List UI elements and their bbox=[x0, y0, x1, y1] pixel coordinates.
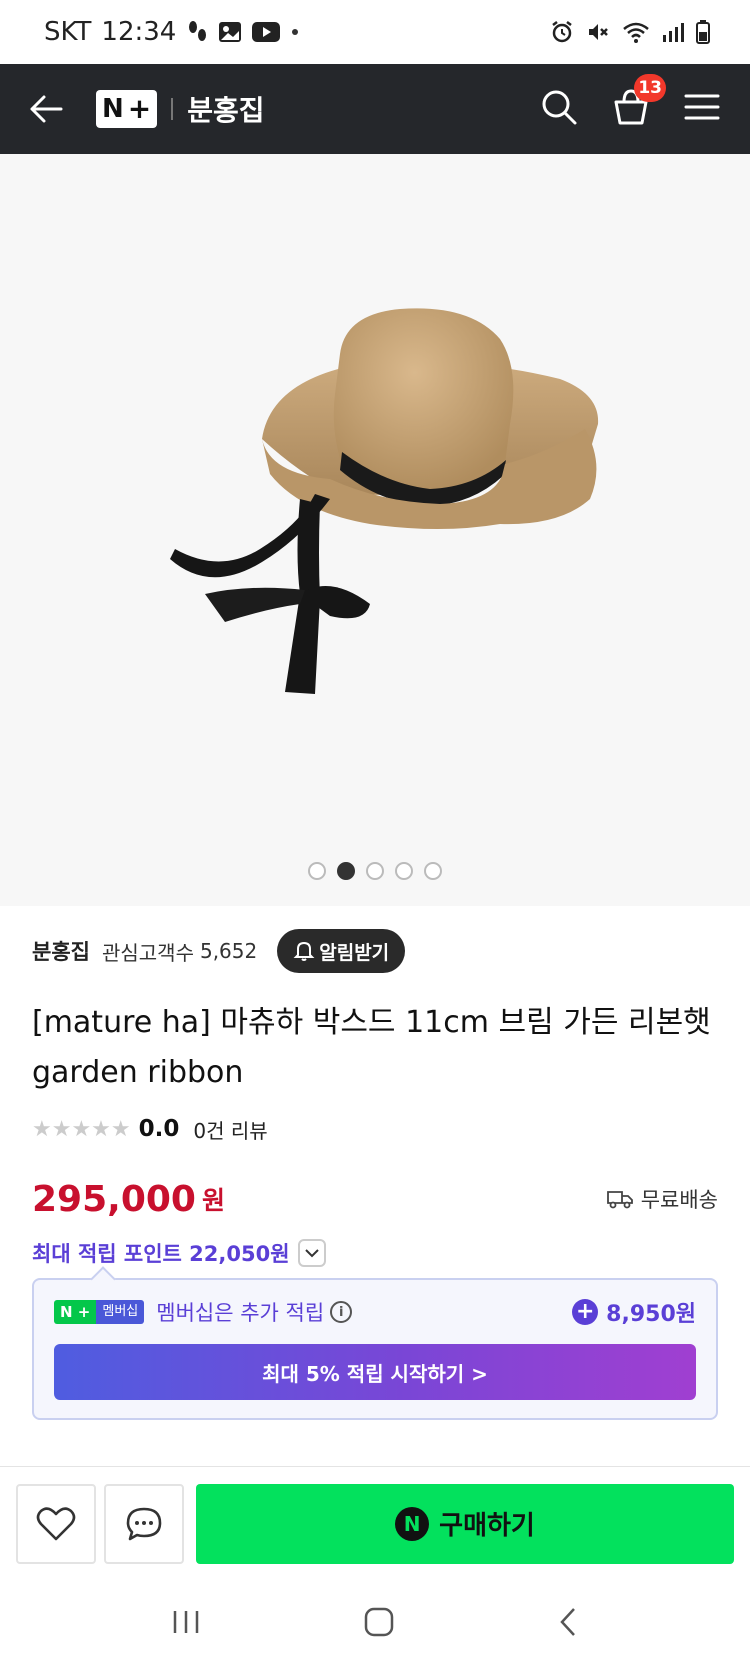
price-unit: 원 bbox=[201, 1186, 225, 1215]
membership-description: 멤버십은 추가 적립 bbox=[156, 1301, 325, 1325]
follower-label: 관심고객수 bbox=[101, 940, 194, 965]
buy-button[interactable]: N 구매하기 bbox=[196, 1483, 734, 1564]
home-button[interactable] bbox=[363, 1606, 395, 1642]
gallery-dot[interactable] bbox=[308, 862, 326, 880]
membership-badge-text: 멤버십 bbox=[96, 1300, 145, 1324]
hamburger-menu-icon bbox=[684, 94, 720, 120]
bottom-action-bar: N 구매하기 bbox=[0, 1466, 750, 1580]
rating-row[interactable]: ★★★★★ 0.0 0건 리뷰 bbox=[32, 1112, 718, 1146]
talk-button[interactable] bbox=[104, 1483, 184, 1564]
price-value: 295,000 bbox=[32, 1178, 196, 1220]
chat-bubble-icon bbox=[126, 1507, 162, 1540]
store-title[interactable]: 분홍집 bbox=[187, 89, 264, 129]
wishlist-button[interactable] bbox=[16, 1483, 96, 1564]
alarm-button[interactable]: 알림받기 bbox=[277, 929, 406, 973]
seller-row: 분홍집 관심고객수 5,652 알림받기 bbox=[32, 906, 718, 996]
shipping-label: 무료배송 bbox=[640, 1188, 718, 1212]
logo-plus: + bbox=[127, 92, 152, 125]
app-header: N + 분홍집 13 bbox=[0, 64, 750, 154]
truck-icon bbox=[606, 1191, 633, 1209]
info-icon[interactable]: i bbox=[330, 1301, 353, 1323]
battery-icon bbox=[696, 20, 710, 44]
youtube-icon bbox=[252, 22, 281, 42]
membership-box: N + 멤버십 멤버십은 추가 적립 i + 8,950원 최대 5% 적립 시… bbox=[32, 1266, 718, 1420]
product-info: 분홍집 관심고객수 5,652 알림받기 [mature ha] 마츄하 박스드… bbox=[0, 906, 750, 1270]
gallery-icon bbox=[218, 21, 242, 43]
gallery-dot[interactable] bbox=[395, 862, 413, 880]
heart-icon bbox=[36, 1506, 76, 1540]
time-label: 12:34 bbox=[101, 17, 177, 47]
logo-divider bbox=[171, 98, 174, 120]
gallery-indicator bbox=[0, 862, 750, 880]
status-left: SKT 12:34 bbox=[44, 17, 300, 47]
shipping-info: 무료배송 bbox=[606, 1184, 718, 1214]
review-count[interactable]: 0건 리뷰 bbox=[193, 1115, 267, 1144]
dot-icon bbox=[290, 27, 300, 37]
mute-icon bbox=[586, 20, 610, 44]
alarm-icon bbox=[550, 20, 574, 44]
membership-bonus-value: 8,950원 bbox=[606, 1302, 696, 1327]
naver-plus-logo[interactable]: N + bbox=[96, 90, 158, 128]
max-points: 최대 적립 포인트 22,050원 bbox=[32, 1242, 290, 1266]
footprints-icon bbox=[186, 20, 208, 44]
logo-n: N bbox=[102, 94, 124, 124]
price-row: 295,000 원 무료배송 bbox=[32, 1176, 718, 1222]
membership-badge-n: N + bbox=[54, 1300, 97, 1324]
recent-apps-button[interactable] bbox=[170, 1608, 202, 1640]
home-icon bbox=[364, 1607, 394, 1636]
plus-circle-icon: + bbox=[572, 1299, 599, 1325]
membership-row: N + 멤버십 멤버십은 추가 적립 i + 8,950원 bbox=[34, 1280, 716, 1344]
seller-name[interactable]: 분홍집 bbox=[32, 936, 90, 966]
back-button[interactable] bbox=[26, 89, 66, 129]
alarm-label: 알림받기 bbox=[319, 941, 390, 964]
rating-stars: ★★★★★ bbox=[32, 1116, 131, 1142]
header-actions: 13 bbox=[540, 74, 720, 130]
wifi-icon bbox=[622, 21, 650, 43]
gallery-dot[interactable] bbox=[366, 862, 384, 880]
rating-score: 0.0 bbox=[138, 1116, 180, 1142]
points-row: 최대 적립 포인트 22,050원 bbox=[32, 1236, 718, 1270]
back-nav-button[interactable] bbox=[556, 1606, 580, 1642]
search-button[interactable] bbox=[540, 88, 578, 130]
cart-count-badge: 13 bbox=[634, 74, 666, 102]
recent-apps-icon bbox=[174, 1610, 199, 1633]
product-title: [mature ha] 마츄하 박스드 11cm 브림 가든 리본햇 garde… bbox=[32, 1005, 711, 1090]
gallery-dot-active[interactable] bbox=[337, 862, 355, 880]
menu-button[interactable] bbox=[684, 92, 720, 126]
status-right bbox=[550, 20, 710, 44]
points-expand-button[interactable] bbox=[297, 1239, 326, 1267]
carrier-label: SKT bbox=[44, 17, 92, 47]
gallery-dot[interactable] bbox=[424, 862, 442, 880]
product-photo bbox=[170, 308, 599, 694]
system-nav-bar bbox=[0, 1580, 750, 1667]
cart-button[interactable]: 13 bbox=[612, 74, 666, 130]
search-icon bbox=[542, 90, 577, 125]
back-arrow-icon bbox=[30, 95, 63, 123]
chevron-down-icon bbox=[304, 1249, 319, 1258]
membership-badge: N + 멤버십 bbox=[54, 1300, 145, 1324]
buy-label: 구매하기 bbox=[439, 1511, 535, 1541]
signal-icon bbox=[662, 21, 684, 43]
status-bar: SKT 12:34 bbox=[0, 0, 750, 64]
membership-start-button[interactable]: 최대 5% 적립 시작하기 > bbox=[54, 1344, 696, 1400]
follower-count: 5,652 bbox=[199, 939, 258, 963]
product-image-gallery[interactable] bbox=[0, 154, 750, 906]
bell-plus-icon bbox=[293, 941, 315, 961]
naver-pay-icon: N bbox=[395, 1506, 430, 1541]
back-chevron-icon bbox=[559, 1607, 575, 1636]
membership-bonus: + 8,950원 bbox=[572, 1296, 696, 1328]
